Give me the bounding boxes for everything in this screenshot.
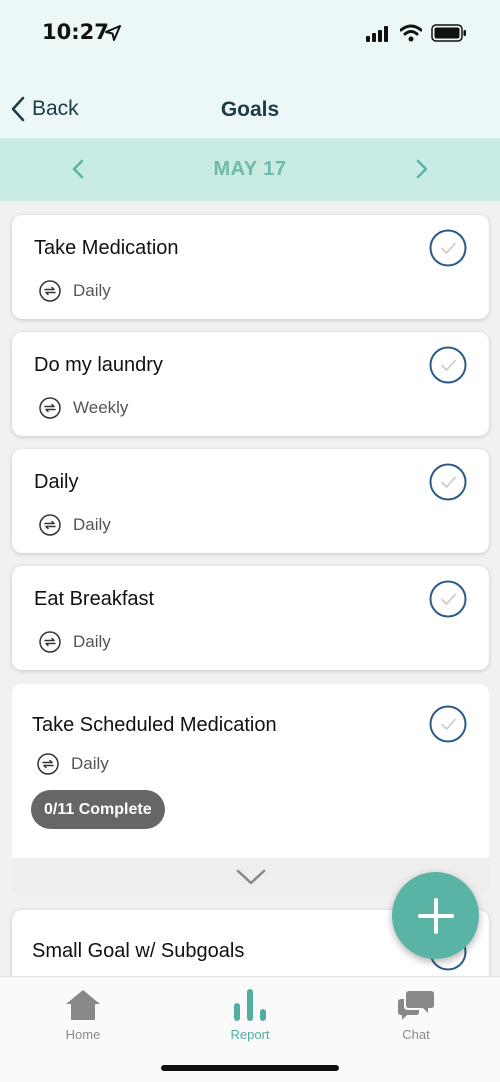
- location-arrow-icon: [105, 25, 121, 41]
- complete-checkbox[interactable]: [429, 346, 467, 384]
- complete-checkbox[interactable]: [429, 580, 467, 618]
- tab-label: Chat: [402, 1027, 430, 1042]
- frequency-label: Weekly: [73, 398, 129, 417]
- home-icon: [66, 990, 100, 1020]
- repeat-icon: [39, 514, 61, 536]
- repeat-icon: [39, 397, 61, 419]
- add-goal-button[interactable]: [392, 872, 479, 959]
- tab-home[interactable]: Home: [0, 983, 166, 1043]
- tab-report[interactable]: Report: [167, 983, 333, 1043]
- status-time: 10:27: [42, 20, 109, 44]
- chat-bubbles-icon: [398, 991, 434, 1020]
- tab-label: Report: [230, 1027, 270, 1042]
- goal-card[interactable]: Do my laundry Weekly: [12, 332, 489, 436]
- goals-list[interactable]: Take Medication Daily Do my laundry Week…: [0, 201, 500, 976]
- date-selector: MAY 17: [0, 138, 500, 201]
- cellular-signal-icon: [366, 26, 388, 42]
- frequency-label: Daily: [73, 515, 111, 534]
- complete-checkbox[interactable]: [429, 229, 467, 267]
- complete-checkbox[interactable]: [429, 463, 467, 501]
- goal-title: Take Scheduled Medication: [32, 714, 277, 736]
- status-bar: 10:27: [0, 0, 500, 70]
- subgoal-progress-badge: 0/11 Complete: [31, 790, 165, 829]
- goal-title: Take Medication: [34, 237, 179, 259]
- plus-icon: [417, 897, 454, 934]
- navigation-bar: Back Goals: [0, 70, 500, 138]
- goal-title: Small Goal w/ Subgoals: [32, 940, 245, 962]
- battery-icon: [431, 24, 466, 42]
- goal-frequency: Daily: [39, 280, 111, 302]
- goal-title: Eat Breakfast: [34, 588, 155, 610]
- tab-chat[interactable]: Chat: [333, 983, 499, 1043]
- chevron-down-icon: [236, 869, 265, 885]
- tab-label: Home: [65, 1027, 101, 1042]
- goal-card[interactable]: Take Medication Daily: [12, 215, 489, 319]
- goal-title: Daily: [34, 471, 79, 493]
- frequency-label: Daily: [73, 632, 111, 651]
- goal-frequency: Weekly: [39, 397, 128, 419]
- goal-card[interactable]: Eat Breakfast Daily: [12, 566, 489, 670]
- page-title: Goals: [220, 98, 280, 121]
- wifi-icon: [400, 24, 422, 42]
- repeat-icon: [39, 631, 61, 653]
- goal-card-with-subgoals[interactable]: Take Scheduled Medication Daily 0/11 Com…: [12, 684, 489, 896]
- home-indicator: [161, 1065, 339, 1071]
- frequency-label: Daily: [71, 754, 109, 773]
- goal-title: Do my laundry: [34, 354, 163, 376]
- repeat-icon: [39, 280, 61, 302]
- goal-card[interactable]: Daily Daily: [12, 449, 489, 553]
- goal-frequency: Daily: [39, 514, 111, 536]
- goal-frequency: Daily: [37, 753, 109, 775]
- next-day-button[interactable]: [408, 156, 434, 182]
- bar-chart-icon: [234, 989, 266, 1021]
- complete-checkbox[interactable]: [429, 705, 467, 743]
- frequency-label: Daily: [73, 281, 111, 300]
- goal-frequency: Daily: [39, 631, 111, 653]
- repeat-icon: [37, 753, 59, 775]
